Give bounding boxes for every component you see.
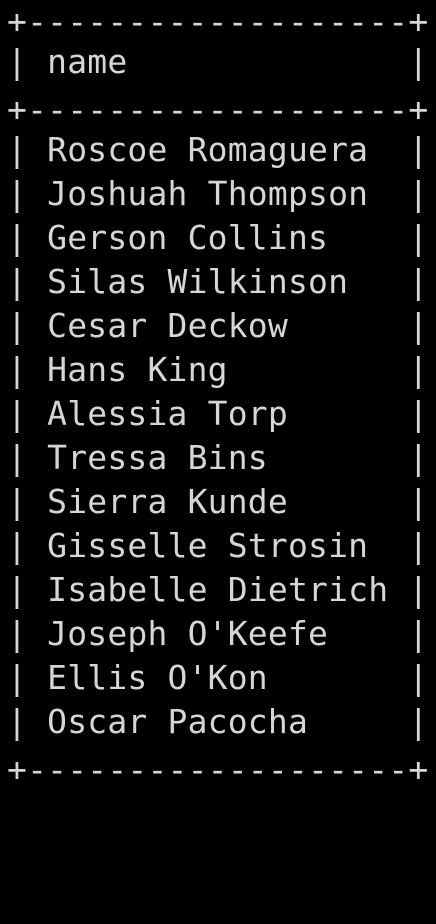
table-header-name: | name | <box>7 42 429 81</box>
table-row: | Ellis O'Kon | <box>7 658 429 697</box>
terminal-output: +-------------------+ | name | +--------… <box>0 0 436 789</box>
table-bottom-border: +-------------------+ <box>7 750 429 789</box>
table-row: | Sierra Kunde | <box>7 482 429 521</box>
table-top-border: +-------------------+ <box>7 2 429 41</box>
table-row: | Cesar Deckow | <box>7 306 429 345</box>
table-row: | Tressa Bins | <box>7 438 429 477</box>
table-row: | Joshuah Thompson | <box>7 174 429 213</box>
table-row: | Joseph O'Keefe | <box>7 614 429 653</box>
table-row: | Roscoe Romaguera | <box>7 130 429 169</box>
table-header-separator: +-------------------+ <box>7 90 429 129</box>
table-row: | Gerson Collins | <box>7 218 429 257</box>
table-row: | Gisselle Strosin | <box>7 526 429 565</box>
table-row: | Alessia Torp | <box>7 394 429 433</box>
table-row: | Oscar Pacocha | <box>7 702 429 741</box>
table-row: | Silas Wilkinson | <box>7 262 429 301</box>
table-row: | Isabelle Dietrich | <box>7 570 429 609</box>
table-row: | Hans King | <box>7 350 429 389</box>
